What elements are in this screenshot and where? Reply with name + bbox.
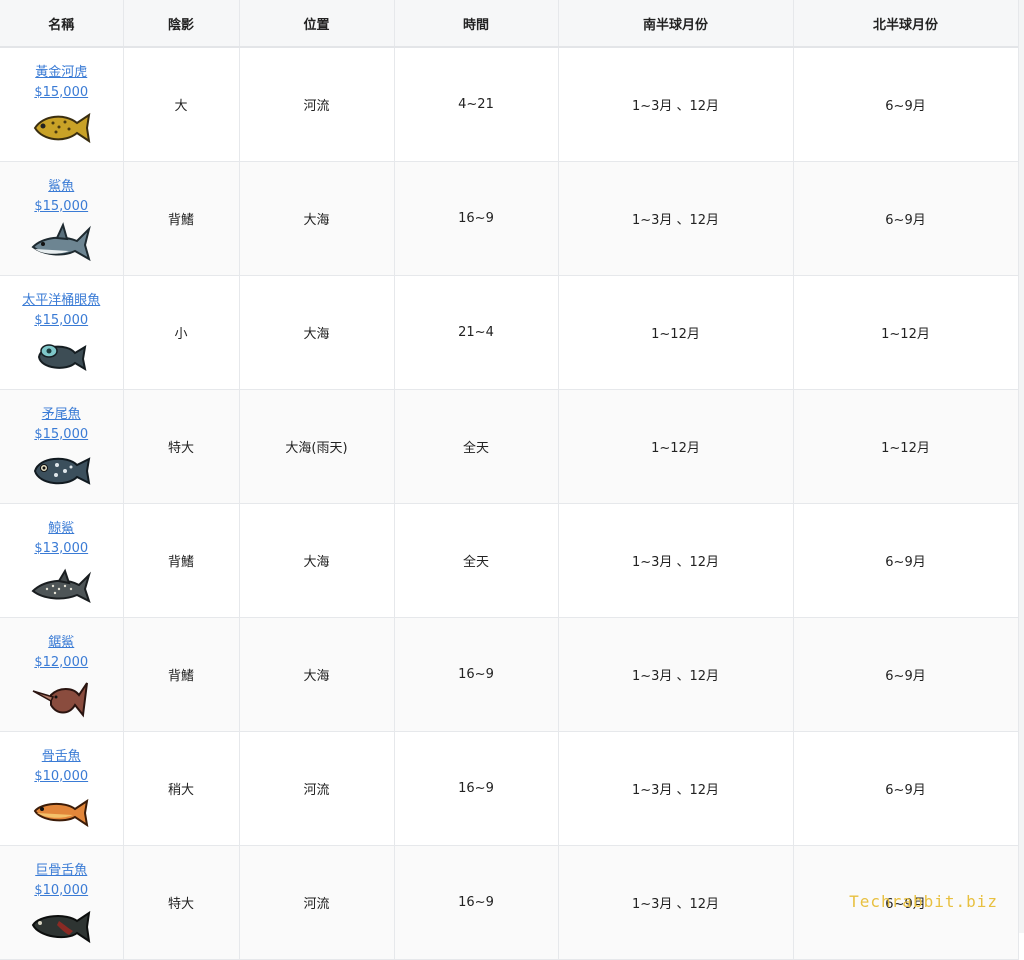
golden-trout-icon	[34, 112, 91, 143]
south-months-cell: 1~3月 、12月	[558, 731, 794, 846]
fish-name-link[interactable]: 巨骨舌魚	[0, 861, 123, 881]
location-cell: 河流	[239, 731, 395, 846]
fish-name-link[interactable]: 骨舌魚	[0, 747, 123, 767]
north-months-cell: 6~9月	[793, 503, 1019, 618]
fish-name-cell: 鯊魚 $15,000	[0, 161, 124, 276]
header-name: 名稱	[0, 0, 124, 48]
fish-name-cell: 矛尾魚 $15,000	[0, 389, 124, 504]
fish-price-link[interactable]: $15,000	[0, 425, 123, 445]
barreleye-icon	[38, 343, 87, 371]
north-months-cell: 1~12月	[793, 275, 1019, 390]
fish-price-link[interactable]: $15,000	[0, 311, 123, 331]
arowana-icon	[34, 798, 89, 827]
table-scroll-edge	[1018, 0, 1024, 933]
north-months-cell: 1~12月	[793, 389, 1019, 504]
location-cell: 大海	[239, 617, 395, 732]
time-cell: 全天	[394, 389, 559, 504]
shadow-cell: 小	[123, 275, 240, 390]
time-cell: 4~21	[394, 47, 559, 162]
location-cell: 大海	[239, 275, 395, 390]
south-months-cell: 1~3月 、12月	[558, 845, 794, 960]
shadow-cell: 特大	[123, 389, 240, 504]
fish-name-link[interactable]: 太平洋桶眼魚	[0, 291, 123, 311]
location-cell: 大海	[239, 161, 395, 276]
table-row: 鯨鯊 $13,000 背鰭 大海 全天 1~3月 、12月 6~9月	[0, 503, 1019, 618]
header-location: 位置	[239, 0, 395, 48]
north-months-cell: 6~9月	[793, 731, 1019, 846]
fish-name-cell: 巨骨舌魚 $10,000	[0, 845, 124, 960]
arapaima-icon	[32, 910, 91, 943]
header-south-months: 南半球月份	[558, 0, 794, 48]
south-months-cell: 1~3月 、12月	[558, 47, 794, 162]
shadow-cell: 背鰭	[123, 503, 240, 618]
fish-name-cell: 太平洋桶眼魚 $15,000	[0, 275, 124, 390]
header-shadow: 陰影	[123, 0, 240, 48]
header-north-months: 北半球月份	[793, 0, 1019, 48]
fish-name-link[interactable]: 鯨鯊	[0, 519, 123, 539]
fish-name-cell: 黃金河虎 $15,000	[0, 47, 124, 162]
coelacanth-icon	[34, 456, 91, 485]
south-months-cell: 1~12月	[558, 275, 794, 390]
location-cell: 河流	[239, 845, 395, 960]
shark-icon	[31, 221, 92, 261]
time-cell: 全天	[394, 503, 559, 618]
time-cell: 21~4	[394, 275, 559, 390]
south-months-cell: 1~3月 、12月	[558, 617, 794, 732]
table-row: 黃金河虎 $15,000 大 河流 4~21 1~3月 、12月 6~9月	[0, 47, 1019, 162]
shadow-cell: 背鰭	[123, 161, 240, 276]
fish-name-cell: 骨舌魚 $10,000	[0, 731, 124, 846]
table-row: 鯊魚 $15,000 背鰭 大海 16~9 1~3月 、12月 6~9月	[0, 161, 1019, 276]
location-cell: 大海(雨天)	[239, 389, 395, 504]
shadow-cell: 背鰭	[123, 617, 240, 732]
north-months-cell: 6~9月	[793, 161, 1019, 276]
fish-price-link[interactable]: $15,000	[0, 83, 123, 103]
north-months-cell: 6~9月	[793, 47, 1019, 162]
table-row: 矛尾魚 $15,000 特大 大海(雨天) 全天 1~12月 1~12月	[0, 389, 1019, 504]
shadow-cell: 稍大	[123, 731, 240, 846]
time-cell: 16~9	[394, 731, 559, 846]
fish-price-link[interactable]: $10,000	[0, 767, 123, 787]
time-cell: 16~9	[394, 617, 559, 732]
time-cell: 16~9	[394, 845, 559, 960]
header-time: 時間	[394, 0, 559, 48]
fish-name-link[interactable]: 矛尾魚	[0, 405, 123, 425]
north-months-cell: 6~9月	[793, 617, 1019, 732]
table-row: 鋸鯊 $12,000 背鰭 大海 16~9 1~3月 、12月 6~9月	[0, 617, 1019, 732]
location-cell: 河流	[239, 47, 395, 162]
shadow-cell: 特大	[123, 845, 240, 960]
fish-price-link[interactable]: $12,000	[0, 653, 123, 673]
location-cell: 大海	[239, 503, 395, 618]
fish-name-link[interactable]: 鯊魚	[0, 177, 123, 197]
south-months-cell: 1~12月	[558, 389, 794, 504]
fish-price-link[interactable]: $15,000	[0, 197, 123, 217]
fish-name-link[interactable]: 鋸鯊	[0, 633, 123, 653]
fish-name-cell: 鋸鯊 $12,000	[0, 617, 124, 732]
south-months-cell: 1~3月 、12月	[558, 161, 794, 276]
watermark: Techrabbit.biz	[849, 892, 998, 911]
fish-name-cell: 鯨鯊 $13,000	[0, 503, 124, 618]
fish-price-link[interactable]: $13,000	[0, 539, 123, 559]
table-row: 骨舌魚 $10,000 稍大 河流 16~9 1~3月 、12月 6~9月	[0, 731, 1019, 846]
south-months-cell: 1~3月 、12月	[558, 503, 794, 618]
table-row: 太平洋桶眼魚 $15,000 小 大海 21~4 1~12月 1~12月	[0, 275, 1019, 390]
saw-shark-icon	[32, 681, 89, 717]
fish-price-link[interactable]: $10,000	[0, 881, 123, 901]
table-header-row: 名稱 陰影 位置 時間 南半球月份 北半球月份	[0, 0, 1019, 48]
fish-table: 名稱 陰影 位置 時間 南半球月份 北半球月份 黃金河虎 $15,000 大 河…	[0, 0, 1019, 960]
fish-name-link[interactable]: 黃金河虎	[0, 63, 123, 83]
shadow-cell: 大	[123, 47, 240, 162]
page: 名稱 陰影 位置 時間 南半球月份 北半球月份 黃金河虎 $15,000 大 河…	[0, 0, 1024, 960]
whale-shark-icon	[31, 568, 92, 603]
time-cell: 16~9	[394, 161, 559, 276]
